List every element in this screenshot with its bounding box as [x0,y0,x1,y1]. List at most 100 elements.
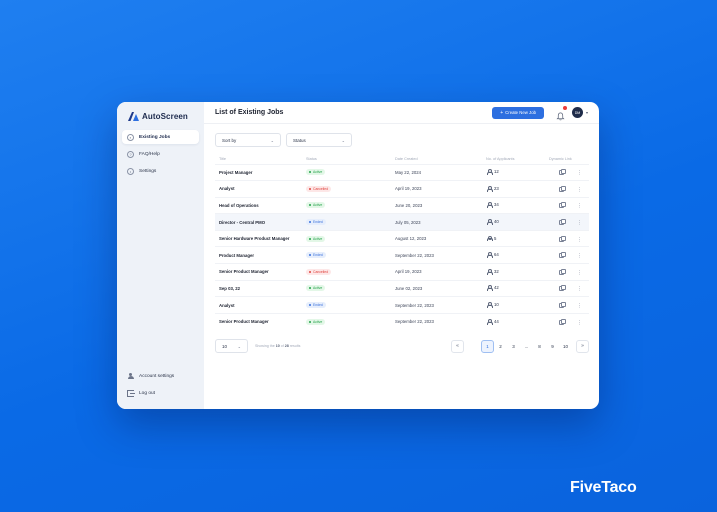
table-row[interactable]: Head of Operations Active June 20, 2023 34 ⋮ [215,196,589,214]
copy-icon[interactable] [559,302,566,309]
job-title[interactable]: Sep 03, 22 [215,279,306,297]
copy-icon[interactable] [559,185,566,192]
dynamic-link-cell: ⋮ [549,213,589,231]
date-created: June 20, 2023 [395,196,486,214]
notification-bell[interactable] [556,106,567,121]
applicants-value: 32 [494,268,499,274]
applicants-count[interactable]: 34 [486,202,499,209]
copy-icon[interactable] [559,318,566,325]
applicants-count[interactable]: 32 [486,268,499,275]
table-row[interactable]: Senior Product Manager Cancelled April 19,… [215,263,589,281]
sidebar-item-existing-jobs[interactable]: ▪ Existing Jobs [122,130,199,144]
more-vertical-icon[interactable]: ⋮ [577,303,582,308]
create-new-job-button[interactable]: + Create New Job [492,106,544,119]
job-title[interactable]: Project Manager [215,163,306,181]
page-2-button[interactable]: 2 [494,340,507,353]
column-header-date[interactable]: Date Created [395,155,486,164]
user-icon [486,219,493,225]
table-row[interactable]: Product Manager Ended September 22, 2023 64… [215,246,589,264]
chevron-down-icon[interactable]: ▾ [586,110,588,115]
page-10-button[interactable]: 10 [559,340,572,353]
create-new-job-label: Create New Job [505,110,536,115]
more-vertical-icon[interactable]: ⋮ [577,171,582,176]
applicants-count[interactable]: 10 [486,302,499,308]
page-1-button[interactable]: 1 [481,339,494,353]
prev-page-button[interactable]: « [451,339,464,353]
status-cell: Active [306,163,395,181]
applicants-count[interactable]: 23 [486,185,499,192]
column-header-status[interactable]: Status [306,155,395,164]
status-cell: Active [306,229,395,247]
table-row[interactable]: Senior Hardware Product Manager Active Aug… [215,229,589,247]
user-icon [486,185,493,192]
more-vertical-icon[interactable]: ⋮ [577,254,582,259]
table-row[interactable]: Analyst Cancelled April 19, 2023 23 ⋮ [215,180,589,198]
status-text: Cancelled [313,269,329,274]
status-badge: Active [306,235,326,242]
showing-count: 10 [275,344,280,348]
job-title[interactable]: Analyst [215,180,306,198]
status-dropdown[interactable]: Status ⌄ [286,133,352,147]
copy-icon[interactable] [559,219,566,226]
date-created: May 22, 2024 [395,163,486,181]
sidebar-item-log-out[interactable]: Log out [122,386,199,400]
status-badge: Ended [306,302,326,309]
applicants-count[interactable]: 40 [486,219,499,225]
job-title[interactable]: Senior Product Manager [215,312,306,330]
job-title[interactable]: Head of Operations [215,196,306,214]
copy-icon[interactable] [559,202,566,209]
date-created: September 22, 2023 [395,296,486,314]
sidebar-nav: ▪ Existing Jobs ? FAQ/Help • Settings [117,130,204,178]
copy-icon[interactable] [559,235,566,242]
chevron-down-icon: ⌄ [270,137,274,143]
more-vertical-icon[interactable]: ⋮ [577,220,582,225]
job-title[interactable]: Analyst [215,296,306,314]
notification-badge [562,106,567,110]
table-row[interactable]: Director - Central PMO Ended July 05, 2023… [215,213,589,231]
more-vertical-icon[interactable]: ⋮ [577,270,582,275]
column-header-title[interactable]: Title [215,155,306,164]
dynamic-link-cell: ⋮ [549,246,589,264]
showing-prefix: Showing the [255,344,275,348]
applicants-count[interactable]: 42 [486,285,499,292]
dynamic-link-cell: ⋮ [549,312,589,330]
rows-per-page-select[interactable]: 10 ⌄ [215,339,248,353]
table-row[interactable]: Senior Product Manager Active September 22… [215,312,589,330]
more-vertical-icon[interactable]: ⋮ [577,204,582,209]
more-vertical-icon[interactable]: ⋮ [577,237,582,242]
sidebar-item-settings[interactable]: • Settings [122,164,199,178]
table-row[interactable]: Project Manager Active May 22, 2024 12 ⋮ [215,163,589,181]
table-row[interactable]: Analyst Ended September 22, 2023 10 ⋮ [215,296,589,314]
job-title[interactable]: Director - Central PMO [215,213,306,231]
sidebar-item-account-settings[interactable]: Account settings [122,369,199,383]
copy-icon[interactable] [559,252,566,259]
next-page-button[interactable]: » [576,339,589,353]
more-vertical-icon[interactable]: ⋮ [577,187,582,192]
job-title[interactable]: Senior Product Manager [215,263,306,281]
more-vertical-icon[interactable]: ⋮ [577,287,582,292]
status-dot [309,204,311,207]
sort-by-dropdown[interactable]: Sort by ⌄ [215,133,281,147]
applicants-count[interactable]: 12 [486,169,499,176]
sidebar-item-faq-help[interactable]: ? FAQ/Help [122,147,199,161]
avatar[interactable]: DM [571,107,583,118]
page-3-button[interactable]: 3 [507,340,520,353]
page-9-button[interactable]: 9 [546,340,559,353]
copy-icon[interactable] [559,285,566,292]
user-icon [486,318,493,325]
showing-suffix: results [289,344,301,348]
top-actions: + Create New Job DM ▾ [492,106,588,121]
copy-icon[interactable] [559,268,566,275]
applicants-count[interactable]: 44 [486,318,499,325]
job-title[interactable]: Senior Hardware Product Manager [215,229,306,247]
table-row[interactable]: Sep 03, 22 Active June 02, 2023 42 ⋮ [215,279,589,297]
copy-icon[interactable] [559,169,566,176]
applicants-count[interactable]: 5 [486,235,496,242]
applicants-value: 64 [494,252,499,258]
column-header-applicants[interactable]: No. of Applicants [486,155,549,164]
applicants-count[interactable]: 64 [486,252,499,259]
more-vertical-icon[interactable]: ⋮ [577,320,582,325]
page-8-button[interactable]: 8 [533,340,546,353]
pagination: « 1 2 3 ... 8 9 10 » [451,339,589,353]
job-title[interactable]: Product Manager [215,246,306,264]
